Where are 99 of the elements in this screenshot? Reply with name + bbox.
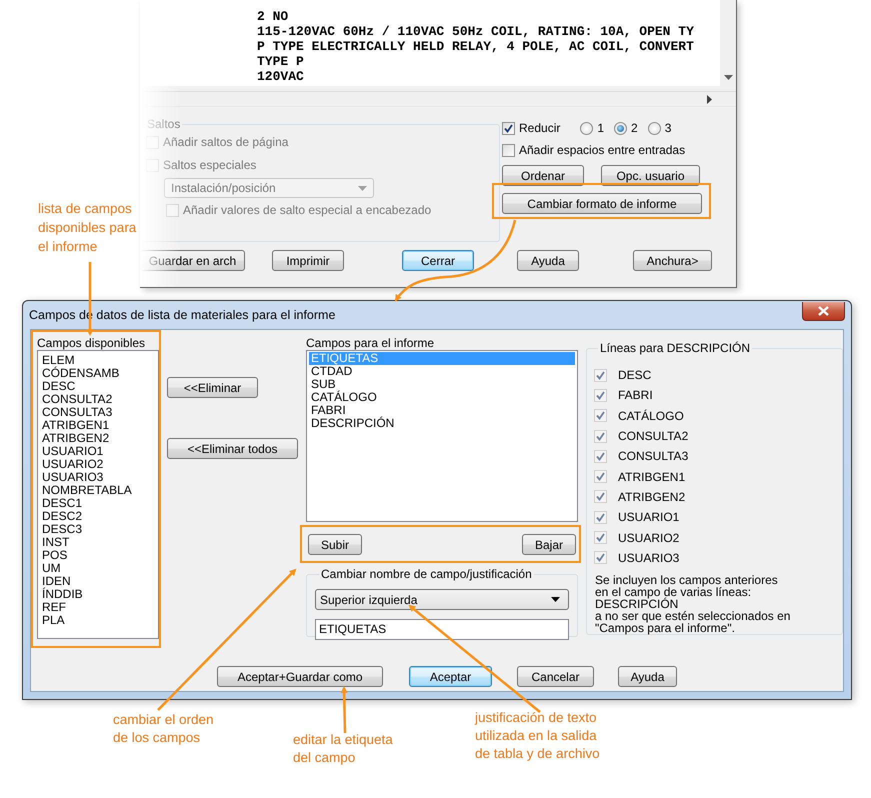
checkbox[interactable] (502, 144, 515, 156)
checkbox-label[interactable]: ATRIBGEN1 (618, 470, 686, 484)
list-item[interactable]: USUARIO2 (40, 458, 156, 471)
checkbox-label[interactable]: CONSULTA3 (618, 449, 688, 464)
checkbox[interactable] (502, 122, 515, 134)
list-item[interactable]: PLA (40, 614, 156, 627)
checkbox-label[interactable]: ATRIBGEN2 (618, 490, 686, 504)
checkbox[interactable] (594, 388, 607, 402)
list-item[interactable]: ATRIBGEN2 (40, 432, 156, 445)
list-item[interactable]: CONSULTA2 (40, 393, 156, 406)
dropdown-arrow-icon (724, 75, 732, 80)
checkbox-label[interactable]: USUARIO1 (618, 510, 680, 524)
remove-button[interactable]: <<Eliminar todos (167, 438, 298, 459)
list-item[interactable]: POS (40, 549, 156, 562)
dialog-button[interactable]: Cerrar (402, 250, 474, 271)
radio-button[interactable] (580, 122, 594, 134)
dropdown-arrow-icon (551, 597, 560, 602)
checkbox[interactable] (594, 368, 607, 382)
close-button[interactable] (802, 302, 845, 320)
checkbox[interactable] (594, 510, 607, 524)
report-text-line: P TYPE ELECTRICALLY HELD RELAY, 4 POLE, AC COIL, CONVERT (257, 39, 695, 54)
checkbox-label[interactable]: DESC (618, 368, 652, 382)
dialog-button[interactable]: Ayuda (517, 250, 579, 271)
checkbox-label[interactable]: USUARIO3 (618, 550, 680, 565)
group-title: Líneas para DESCRIPCIÓN (599, 341, 752, 355)
checkbox-label[interactable]: Añadir espacios entre entradas (519, 143, 686, 157)
list-item[interactable]: CATÁLOGO (309, 391, 575, 404)
radio-button[interactable] (614, 122, 628, 134)
list-item[interactable]: DESC2 (40, 510, 156, 523)
list-item[interactable]: ATRIBGEN1 (40, 419, 156, 432)
remove-button[interactable]: <<Eliminar (167, 377, 258, 398)
checkbox-label[interactable]: CONSULTA2 (618, 429, 688, 444)
list-item[interactable]: DESCRIPCIÓN (309, 417, 575, 430)
dialog-button[interactable]: Ayuda (618, 666, 677, 687)
checkbox[interactable] (594, 551, 607, 564)
list-label: Campos para el informe (306, 336, 436, 350)
dialog-button[interactable]: Aceptar+Guardar como (217, 666, 383, 687)
dialog-button[interactable]: Anchura> (633, 250, 712, 271)
checkbox-label[interactable]: USUARIO2 (618, 530, 680, 545)
dialog-button[interactable]: Guardar en arch (140, 250, 245, 271)
callout-text: justificación de texto utilizada en la salida de tabla y de archivo (475, 709, 600, 763)
list-item[interactable]: USUARIO3 (40, 471, 156, 484)
checkbox-label[interactable]: CATÁLOGO (618, 408, 684, 423)
checkbox[interactable] (594, 409, 607, 422)
list-label: Campos disponibles (37, 336, 146, 350)
callout-text: cambiar el orden de los campos (113, 711, 214, 747)
callout-text: lista de campos disponibles para el informe (38, 200, 136, 256)
list-item[interactable]: CONSULTA3 (40, 406, 156, 419)
report-text-line: TYPE P (257, 54, 305, 69)
checkbox-label[interactable]: FABRI (618, 388, 653, 402)
radio-label[interactable]: 3 (664, 121, 672, 135)
list-item[interactable]: DESC3 (40, 523, 156, 536)
group-title: Cambiar nombre de campo/justificación (320, 567, 533, 581)
vertical-scrollbar[interactable] (720, 0, 736, 86)
callout-text: editar la etiqueta del campo (293, 731, 393, 767)
option-button[interactable]: Ordenar (502, 165, 584, 186)
dialog-button[interactable]: Imprimir (272, 250, 344, 271)
note-text: Se incluyen los campos anteriores en el campo de varias líneas: DESCRIPCIÓN a no ser que estén seleccionados en "Campos para el informe". (594, 574, 792, 634)
close-icon (818, 306, 829, 316)
list-item[interactable]: UM (40, 562, 156, 575)
report-text-line: 120VAC (257, 69, 305, 84)
move-button[interactable]: Bajar (522, 534, 576, 555)
list-item[interactable]: ÍNDDIB (40, 588, 156, 601)
report-text-line: 115-120VAC 60Hz / 110VAC 50Hz COIL, RATING: 10A, OPEN TY (257, 24, 695, 39)
move-button[interactable]: Subir (308, 534, 362, 555)
label-input-field[interactable]: ETIQUETAS (315, 619, 569, 640)
checkbox[interactable] (594, 490, 607, 504)
horizontal-scrollbar[interactable] (140, 91, 736, 107)
list-item[interactable]: INST (40, 536, 156, 549)
list-item[interactable]: DESC (40, 380, 156, 393)
option-button[interactable]: Opc. usuario (601, 165, 700, 186)
available-fields-list[interactable]: ELEM CÓDENSAMB DESC CONSULTA2 CONSULTA3 ATRIBGEN1 ATRIBGEN2 USUARIO1 USUARIO2 USUARIO3 NOMBRETABLA DESC1 DESC2 DESC3 INST POS UM IDEN ÍNDDIB REF PLA (37, 350, 159, 639)
radio-button[interactable] (648, 122, 661, 134)
list-item[interactable]: REF (40, 601, 156, 614)
checkbox[interactable] (594, 531, 607, 544)
report-text-line: 2 NO (257, 9, 290, 24)
report-fields-list[interactable]: ETIQUETAS CTDAD SUB CATÁLOGO FABRI DESCRIPCIÓN (306, 350, 578, 522)
checkbox-label[interactable]: Reducir (519, 121, 560, 135)
dialog-button[interactable]: Aceptar (409, 666, 492, 687)
list-item[interactable]: USUARIO1 (40, 445, 156, 458)
list-item[interactable]: NOMBRETABLA (40, 484, 156, 497)
list-item[interactable]: ELEM (40, 354, 156, 367)
list-item[interactable]: CÓDENSAMB (40, 367, 156, 380)
dropdown-arrow-icon (358, 186, 367, 190)
list-item[interactable]: IDEN (40, 575, 156, 588)
radio-label[interactable]: 1 (597, 121, 604, 135)
checkbox[interactable] (594, 430, 607, 443)
list-item[interactable]: SUB (309, 378, 575, 391)
dialog-button[interactable]: Cancelar (517, 666, 594, 687)
scroll-right-icon (707, 94, 712, 104)
justification-dropdown[interactable]: Superior izquierda (315, 589, 569, 610)
checkbox[interactable] (594, 450, 607, 463)
callout-arrow (340, 686, 348, 734)
list-item[interactable]: CTDAD (309, 365, 575, 378)
radio-label[interactable]: 2 (631, 121, 638, 135)
list-item[interactable]: FABRI (309, 404, 575, 417)
checkbox[interactable] (594, 470, 607, 484)
list-item[interactable]: DESC1 (40, 497, 156, 510)
format-button[interactable]: Cambiar formato de informe (502, 193, 702, 214)
